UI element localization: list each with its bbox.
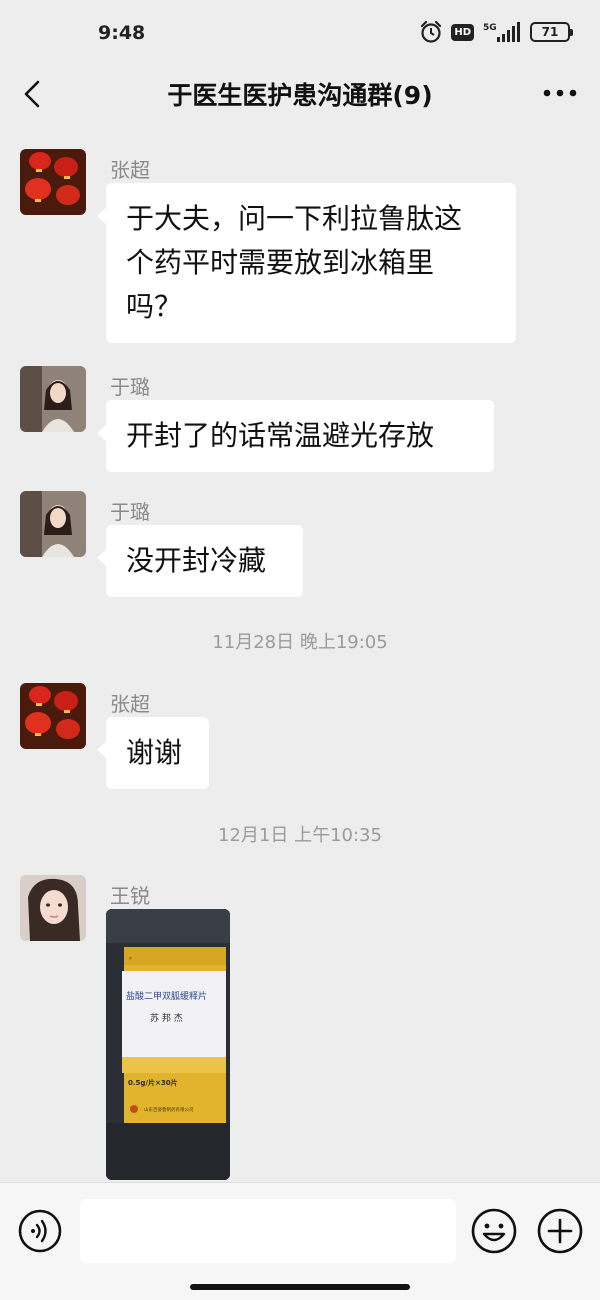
woman-photo-avatar — [20, 366, 86, 432]
box-brand: 山东百姿鲁制药有限公司 — [144, 1106, 194, 1113]
box-title: 盐酸二甲双胍缓释片 — [126, 990, 207, 1002]
network-label: 5G — [483, 23, 497, 33]
red-lanterns-avatar — [20, 683, 86, 749]
alarm-clock-icon — [421, 20, 442, 43]
emoji-icon — [471, 1208, 517, 1254]
more-horizontal-icon — [543, 89, 577, 97]
sender-name: 王锐 — [110, 884, 150, 908]
plus-button[interactable] — [536, 1207, 584, 1255]
avatar-zhangchao[interactable] — [20, 683, 86, 749]
message-bubble[interactable]: 没开封冷藏 — [97, 525, 303, 597]
box-handwriting: 苏 邦 杰 — [150, 1012, 183, 1024]
sender-name: 于璐 — [110, 500, 150, 524]
hd-badge: HD — [451, 23, 474, 41]
message-input[interactable] — [80, 1199, 456, 1263]
box-dosage: 0.5g/片×30片 — [128, 1078, 178, 1087]
nav-bar: 于医生医护患沟通群(9) — [0, 66, 600, 120]
woman-portrait-avatar — [20, 875, 86, 941]
status-time: 9:48 — [98, 22, 146, 44]
red-lanterns-avatar — [20, 149, 86, 215]
svg-text:☀: ☀ — [128, 956, 132, 962]
voice-icon — [18, 1209, 62, 1253]
avatar-yulu[interactable] — [20, 366, 86, 432]
sender-name: 于璐 — [110, 375, 150, 399]
status-bar: 9:48 HD 5G 71 — [0, 0, 600, 66]
signal-5g-icon: 5G — [483, 22, 520, 42]
message-bubble[interactable]: 开封了的话常温避光存放 — [97, 400, 494, 472]
message-text-line: 个药平时需要放到冰箱里 — [126, 246, 435, 279]
more-button[interactable] — [540, 76, 580, 110]
medicine-box-photo: ☀ 盐酸二甲双胍缓释片 苏 邦 杰 0.5g/片×30片 山东百姿鲁制药有限公司 — [106, 909, 230, 1180]
message-text: 没开封冷藏 — [126, 544, 267, 577]
input-bar — [0, 1182, 600, 1300]
plus-icon — [537, 1208, 583, 1254]
battery-indicator: 71 — [530, 22, 573, 42]
sender-name: 张超 — [110, 692, 150, 716]
message-text: 谢谢 — [126, 736, 183, 769]
timestamp: 11月28日 晚上19:05 — [212, 632, 388, 653]
message-text: 开封了的话常温避光存放 — [126, 419, 435, 452]
status-icons: HD 5G 71 — [420, 20, 573, 44]
avatar-wangrui[interactable] — [20, 875, 86, 941]
sender-name: 张超 — [110, 158, 150, 182]
voice-button[interactable] — [17, 1208, 63, 1254]
avatar-yulu[interactable] — [20, 491, 86, 557]
image-message[interactable]: ☀ 盐酸二甲双胍缓释片 苏 邦 杰 0.5g/片×30片 山东百姿鲁制药有限公司 — [106, 909, 230, 1180]
timestamp: 12月1日 上午10:35 — [218, 825, 382, 846]
message-bubble[interactable]: 谢谢 — [97, 717, 209, 789]
message-bubble[interactable]: 于大夫，问一下利拉鲁肽这 个药平时需要放到冰箱里 吗？ — [97, 183, 516, 343]
message-text-line: 于大夫，问一下利拉鲁肽这 — [126, 202, 463, 235]
emoji-button[interactable] — [470, 1207, 518, 1255]
avatar-zhangchao[interactable] — [20, 149, 86, 215]
message-text-line: 吗？ — [126, 290, 183, 323]
chat-title: 于医生医护患沟通群(9) — [167, 81, 433, 110]
woman-photo-avatar — [20, 491, 86, 557]
home-indicator[interactable] — [190, 1284, 410, 1290]
